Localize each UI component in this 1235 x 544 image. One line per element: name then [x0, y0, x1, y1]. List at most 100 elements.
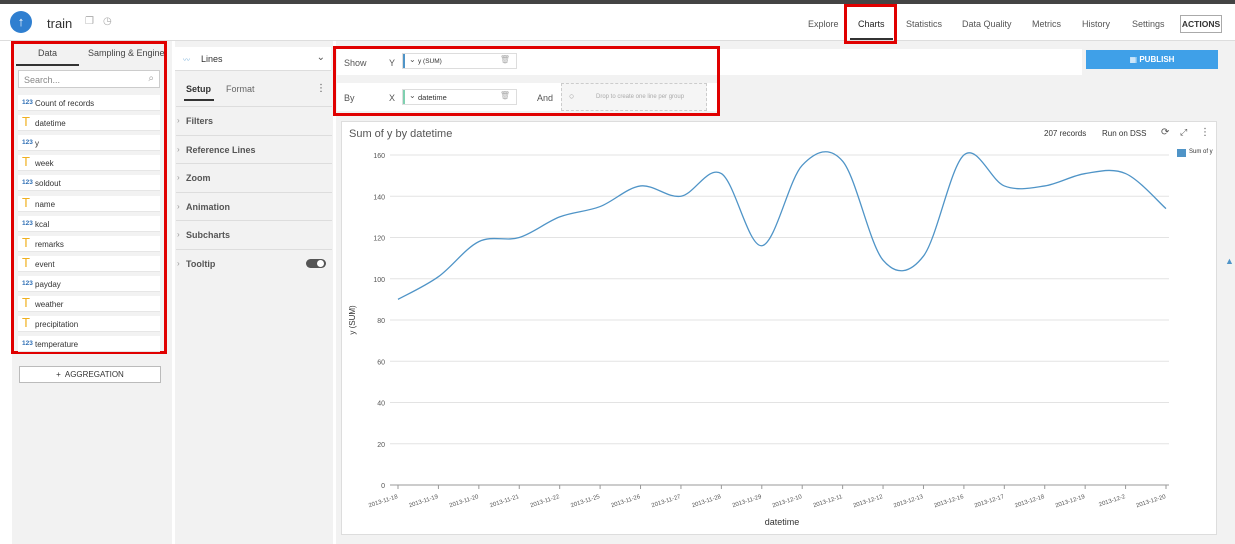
text-type-icon: T [22, 194, 30, 210]
search-input[interactable] [24, 74, 139, 85]
tab-sampling-engine[interactable]: Sampling & Engine [88, 48, 165, 58]
nav-metrics[interactable]: Metrics [1032, 19, 1061, 29]
data-point[interactable] [920, 253, 926, 259]
tab-setup[interactable]: Setup [186, 84, 211, 94]
data-point[interactable] [1042, 183, 1048, 189]
data-point[interactable] [516, 235, 522, 241]
section-subcharts[interactable]: › Subcharts [176, 220, 332, 248]
y-measure-pill[interactable]: ⌄ y (SUM) 🗑 [402, 53, 517, 69]
field-item[interactable]: Tprecipitation [18, 315, 160, 333]
data-point[interactable] [799, 162, 805, 168]
data-point[interactable] [557, 214, 563, 220]
data-point[interactable] [718, 171, 724, 177]
field-item[interactable]: 123 y [18, 135, 160, 152]
y-axis-title: y (SUM) [348, 305, 357, 335]
data-point[interactable] [1001, 183, 1007, 189]
field-item[interactable]: Tname [18, 194, 160, 212]
data-point[interactable] [759, 243, 765, 249]
data-point[interactable] [678, 193, 684, 199]
section-reference-lines[interactable]: › Reference Lines [176, 135, 332, 163]
dataset-name[interactable]: train [47, 16, 72, 31]
x-tick-label: 2013-11-27 [651, 494, 682, 509]
field-name: name [35, 199, 56, 209]
field-item[interactable]: Tevent [18, 255, 160, 272]
chart-type-label: Lines [201, 54, 223, 64]
trash-icon[interactable]: 🗑 [500, 91, 510, 100]
field-item[interactable]: Tweek [18, 154, 160, 172]
aggregation-label: AGGREGATION [64, 370, 124, 379]
more-options-icon[interactable]: ⋮ [316, 83, 326, 94]
field-item[interactable]: Tremarks [18, 235, 160, 252]
data-point[interactable] [1123, 171, 1129, 177]
field-item[interactable]: Tdatetime [18, 114, 160, 132]
field-name: week [35, 159, 54, 169]
text-type-icon: T [22, 114, 30, 130]
data-point[interactable] [597, 204, 603, 210]
pill-accent [403, 54, 405, 68]
tab-format[interactable]: Format [226, 84, 255, 94]
section-zoom[interactable]: › Zoom [176, 163, 332, 191]
refresh-icon[interactable]: ⟳ [1161, 127, 1169, 138]
publish-button[interactable]: ▦ PUBLISH [1086, 50, 1218, 69]
expand-icon[interactable]: ⤢ [1180, 127, 1187, 138]
chevron-down-icon[interactable]: ⌄ [409, 55, 416, 64]
data-point[interactable] [1163, 206, 1169, 212]
chart-type-select[interactable]: 〰 Lines ⌄ [175, 47, 331, 71]
search-icon[interactable]: ⌕ [148, 73, 154, 84]
section-tooltip[interactable]: › Tooltip [176, 249, 332, 277]
top-bar-stripe [0, 0, 1235, 4]
numeric-type-icon: 123 [22, 139, 33, 147]
data-point[interactable] [435, 274, 441, 280]
x-tick-label: 2013-12-11 [813, 494, 844, 509]
data-point[interactable] [840, 158, 846, 164]
data-point[interactable] [395, 296, 401, 302]
field-item[interactable]: 123 temperature [18, 336, 160, 353]
series-line[interactable] [397, 151, 1167, 300]
chart-more-icon[interactable]: ⋮ [1200, 127, 1210, 138]
field-item[interactable]: 123 payday [18, 275, 160, 292]
section-label: Tooltip [186, 259, 216, 269]
trash-icon[interactable]: 🗑 [500, 55, 510, 64]
field-item[interactable]: 123 kcal [18, 215, 160, 232]
numeric-type-icon: 123 [22, 179, 33, 187]
section-label: Filters [186, 116, 214, 126]
nav-settings[interactable]: Settings [1132, 19, 1165, 29]
history-icon[interactable]: ◷ [103, 17, 113, 27]
x-tick-label: 2013-12-13 [893, 494, 925, 509]
data-point[interactable] [961, 152, 967, 158]
field-item[interactable]: Tweather [18, 295, 160, 312]
section-animation[interactable]: › Animation [176, 192, 332, 220]
tab-data[interactable]: Data [38, 48, 57, 58]
actions-button[interactable]: ACTIONS [1180, 15, 1222, 33]
chevron-down-icon[interactable]: ⌄ [409, 91, 416, 100]
nav-statistics[interactable]: Statistics [906, 19, 942, 29]
search-box[interactable]: ⌕ [18, 70, 160, 88]
nav-charts[interactable]: Charts [858, 19, 885, 29]
field-name: weather [35, 300, 64, 309]
data-point[interactable] [880, 257, 886, 263]
data-point[interactable] [638, 183, 644, 189]
field-name: remarks [35, 239, 64, 249]
nav-history[interactable]: History [1082, 19, 1110, 29]
group-drop-zone[interactable]: ○ Drop to create one line per group [561, 83, 707, 111]
chevron-right-icon: › [177, 259, 180, 268]
section-filters[interactable]: › Filters [176, 106, 332, 134]
field-item[interactable]: 123 soldout [18, 175, 160, 192]
copy-icon[interactable]: ❐ [85, 17, 95, 27]
nav-charts-underline [850, 38, 893, 40]
data-point[interactable] [476, 239, 482, 245]
add-aggregation-button[interactable]: + AGGREGATION [19, 366, 161, 383]
data-point[interactable] [1082, 171, 1088, 177]
x-dimension-pill[interactable]: ⌄ datetime 🗑 [402, 89, 517, 105]
nav-explore[interactable]: Explore [808, 19, 839, 29]
dss-logo-icon[interactable]: ↑ [10, 11, 32, 33]
show-row: Show Y ⌄ y (SUM) 🗑 [337, 49, 1082, 75]
x-tick-label: 2013-12-10 [772, 494, 804, 509]
x-tick-label: 2013-12-18 [1014, 494, 1046, 509]
field-item[interactable]: 123 Count of records [18, 95, 160, 111]
field-name: y [35, 139, 39, 149]
run-on-engine[interactable]: Run on DSS [1102, 129, 1146, 138]
nav-data-quality[interactable]: Data Quality [962, 19, 1012, 29]
section-label: Reference Lines [186, 145, 256, 155]
numeric-type-icon: 123 [22, 279, 33, 287]
